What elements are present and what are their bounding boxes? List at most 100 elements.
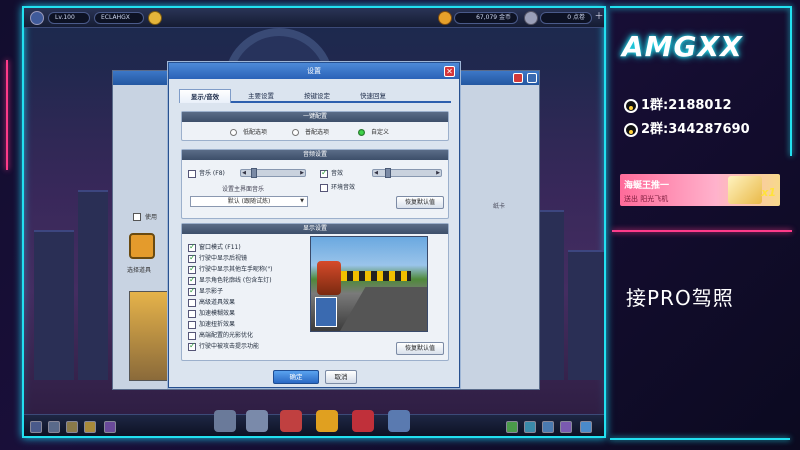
chevron-down-icon[interactable]: ▼ <box>300 197 304 206</box>
radio-custom-icon[interactable] <box>358 129 365 136</box>
gift-plane-icon <box>728 176 762 204</box>
bgm-select-value: 默认 (跟随试炼) <box>227 198 271 205</box>
gift-count: x1 <box>761 186 776 199</box>
gift-message: 送出 阳光飞机 <box>624 195 669 203</box>
exit-icon[interactable] <box>580 421 592 433</box>
race-icon[interactable] <box>352 410 374 432</box>
avatar-icon[interactable] <box>30 11 44 25</box>
shop-icon[interactable] <box>280 410 302 432</box>
sfx-volume-up-icon[interactable]: ▶ <box>435 170 441 176</box>
chat-icon[interactable] <box>524 421 536 433</box>
gift-sender: 海蜒王推一 <box>624 181 670 191</box>
opt-shadow-checkbox[interactable] <box>188 286 196 296</box>
sfx-toggle[interactable]: 音效 <box>320 168 343 178</box>
music-volume-up-icon[interactable]: ▶ <box>299 170 305 176</box>
sfx-volume-knob[interactable] <box>385 168 391 178</box>
badge-icon[interactable] <box>148 11 162 25</box>
opt-motion-blur-checkbox[interactable] <box>188 309 196 318</box>
opt-item-effects[interactable]: 高级道具效果 <box>188 297 235 307</box>
radio-low-icon[interactable] <box>230 129 237 136</box>
tab-display-sound[interactable]: 显示/音效 <box>179 89 231 103</box>
ambient-toggle[interactable]: 环境音效 <box>320 182 355 192</box>
music-volume-down-icon[interactable]: ◀ <box>241 170 247 176</box>
neon-line-right <box>790 6 792 156</box>
tab-key-settings[interactable]: 按键设定 <box>291 89 343 103</box>
menu-icon[interactable] <box>30 421 42 433</box>
streamer-brand-logo: AMGXX <box>622 30 743 63</box>
background-window-close-icon[interactable] <box>527 73 537 83</box>
opt-shadow-label: 显示影子 <box>199 288 224 295</box>
gift-icon[interactable] <box>84 421 96 433</box>
radio-custom-label: 自定义 <box>371 129 390 136</box>
store-icon[interactable] <box>316 410 338 432</box>
opt-window-mode[interactable]: 窗口模式 (F11) <box>188 242 241 252</box>
mail-icon[interactable] <box>66 421 78 433</box>
ambient-checkbox[interactable] <box>320 183 328 192</box>
opt-item-effects-checkbox[interactable] <box>188 298 196 307</box>
opt-motion-blur[interactable]: 加速模糊效果 <box>188 308 235 318</box>
sfx-volume-slider[interactable]: ◀ ▶ <box>372 168 442 178</box>
music-volume-slider[interactable]: ◀ ▶ <box>240 168 306 178</box>
music-volume-knob[interactable] <box>251 168 257 178</box>
opt-shadow[interactable]: 显示影子 <box>188 286 223 296</box>
ok-button[interactable]: 确定 <box>273 370 319 384</box>
opt-lighting[interactable]: 高端配置的光影优化 <box>188 330 253 340</box>
settings-gear-icon[interactable] <box>388 410 410 432</box>
display-reset-button[interactable]: 恢复默认值 <box>396 342 444 355</box>
opt-lighting-label: 高端配置的光影优化 <box>199 332 254 339</box>
opt-lighting-checkbox[interactable] <box>188 331 196 340</box>
opt-window-mode-checkbox[interactable] <box>188 242 196 252</box>
opt-attack-alert[interactable]: 行驶中被攻击提示功能 <box>188 341 259 351</box>
select-item-icon[interactable] <box>129 233 155 259</box>
garage-icon[interactable] <box>214 410 236 432</box>
use-item-checkbox[interactable] <box>133 213 141 221</box>
speedometer-icon[interactable] <box>246 410 268 432</box>
opt-nicknames-checkbox[interactable] <box>188 264 196 274</box>
dialog-close-button[interactable]: ✕ <box>444 66 455 77</box>
settings-dialog: 设置 ✕ 显示/音效 主要设置 按键设定 快速回复 一键配置 低配选项 普配选项… <box>168 62 460 388</box>
team-icon[interactable] <box>542 421 554 433</box>
neon-accent-right <box>612 230 792 232</box>
item-card[interactable] <box>129 291 169 381</box>
opt-distortion-checkbox[interactable] <box>188 320 196 329</box>
qq-penguin-icon <box>624 122 638 137</box>
radio-normal-icon[interactable] <box>292 129 299 136</box>
radio-normal[interactable]: 普配选项 <box>292 127 329 136</box>
cancel-button[interactable]: 取消 <box>325 370 357 384</box>
sfx-volume-down-icon[interactable]: ◀ <box>373 170 379 176</box>
radio-low[interactable]: 低配选项 <box>230 127 267 136</box>
opt-rearview[interactable]: 行驶中显示后视镜 <box>188 253 247 263</box>
opt-nicknames[interactable]: 行驶中显示其他车手昵称(") <box>188 264 272 274</box>
settings-tab-bar: 显示/音效 主要设置 按键设定 快速回复 <box>179 89 451 103</box>
opt-rearview-checkbox[interactable] <box>188 253 196 263</box>
add-points-icon[interactable]: ＋ <box>594 12 604 22</box>
opt-outline[interactable]: 显示角色轮廓线 (包含车灯) <box>188 275 272 285</box>
stream-caption: 接PRO驾照 <box>626 286 734 310</box>
camera-icon[interactable] <box>48 421 60 433</box>
preview-kart <box>317 261 341 295</box>
opt-attack-alert-checkbox[interactable] <box>188 341 196 351</box>
music-checkbox[interactable] <box>188 169 196 178</box>
help-icon[interactable] <box>104 421 116 433</box>
sound-reset-button[interactable]: 恢复默认值 <box>396 196 444 209</box>
radio-custom[interactable]: 自定义 <box>358 127 389 136</box>
opt-outline-checkbox[interactable] <box>188 275 196 285</box>
rank-icon[interactable] <box>560 421 572 433</box>
coin-icon <box>438 11 452 25</box>
neon-accent-left <box>6 60 8 170</box>
sfx-checkbox[interactable] <box>320 168 328 178</box>
music-toggle[interactable]: 音乐 (F8) <box>188 168 225 178</box>
game-viewport: Lv.100 ECLAHGX 67,079 金币 0 点卷 ＋ 使用 选择道具 <box>22 6 606 438</box>
bgm-select[interactable]: 默认 (跟随试炼) ▼ <box>190 196 308 207</box>
opt-item-effects-label: 高级道具效果 <box>199 299 236 306</box>
game-bottom-bar <box>24 410 604 436</box>
card-label: 纸卡 <box>493 203 506 210</box>
dialog-titlebar[interactable]: 设置 <box>169 63 459 79</box>
tab-quick-reply[interactable]: 快速回复 <box>347 89 399 103</box>
opt-distortion[interactable]: 加速扭折效果 <box>188 319 235 329</box>
background-window-close-icon[interactable] <box>513 73 523 83</box>
ambient-label: 环境音效 <box>331 184 356 191</box>
use-item-label: 使用 <box>145 214 158 221</box>
friends-icon[interactable] <box>506 421 518 433</box>
tab-main-settings[interactable]: 主要设置 <box>235 89 287 103</box>
